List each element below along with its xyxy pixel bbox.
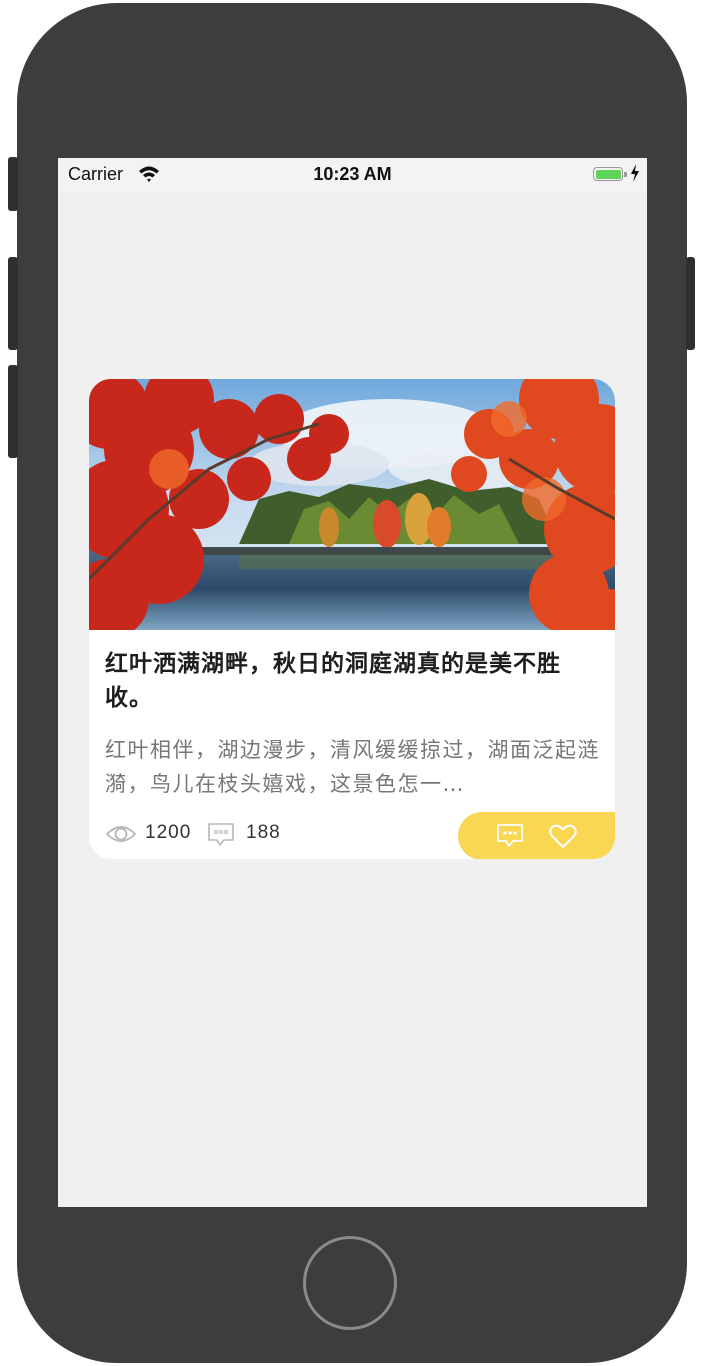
- power-button: [686, 257, 695, 350]
- heart-icon[interactable]: [549, 824, 577, 849]
- comment-action-icon[interactable]: [496, 823, 524, 849]
- comment-count: 188: [246, 822, 281, 843]
- battery-icon: [593, 167, 623, 181]
- home-button[interactable]: [303, 1236, 397, 1330]
- volume-down-button: [8, 365, 18, 458]
- clock: 10:23 AM: [313, 164, 392, 184]
- screen: Carrier 10:23 AM 红叶洒满湖畔，秋日的洞庭湖真的是美不胜收。 红…: [58, 158, 647, 1207]
- action-bar: [458, 812, 615, 859]
- volume-up-button: [8, 257, 18, 350]
- article-image[interactable]: [89, 379, 615, 630]
- article-title[interactable]: 红叶洒满湖畔，秋日的洞庭湖真的是美不胜收。: [105, 647, 601, 715]
- article-card[interactable]: 红叶洒满湖畔，秋日的洞庭湖真的是美不胜收。 红叶相伴，湖边漫步，清风缓缓掠过，湖…: [89, 379, 615, 859]
- comment-bubble-icon: [208, 823, 234, 846]
- battery-tip: [624, 172, 627, 177]
- status-bar: Carrier 10:23 AM: [58, 158, 647, 192]
- eye-icon: [105, 826, 137, 842]
- article-description: 红叶相伴，湖边漫步，清风缓缓掠过，湖面泛起涟漪，鸟儿在枝头嬉戏，这景色怎一…: [105, 738, 600, 796]
- charging-bolt-icon: [631, 164, 639, 182]
- view-count: 1200: [145, 822, 192, 843]
- mute-switch: [8, 157, 18, 211]
